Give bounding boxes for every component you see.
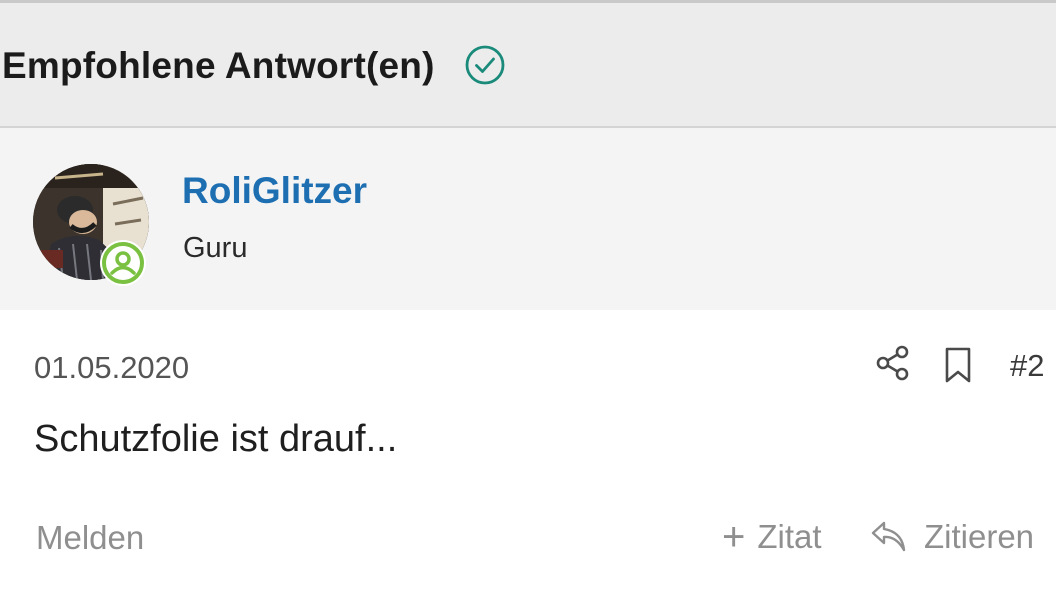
post-author-bar: RoliGlitzer Guru bbox=[0, 128, 1056, 310]
post-date: 01.05.2020 bbox=[34, 350, 190, 385]
bookmark-icon[interactable] bbox=[940, 346, 976, 384]
add-quote-label: Zitat bbox=[757, 518, 822, 555]
post-number-link[interactable]: #2 bbox=[1010, 348, 1044, 384]
author-rank: Guru bbox=[183, 232, 248, 264]
plus-icon: + bbox=[722, 515, 746, 559]
online-status-badge bbox=[100, 240, 146, 286]
report-button[interactable]: Melden bbox=[36, 519, 144, 557]
quote-reply-label: Zitieren bbox=[924, 518, 1035, 555]
add-quote-button[interactable]: + Zitat bbox=[722, 515, 822, 559]
section-title: Empfohlene Antwort(en) bbox=[2, 45, 435, 86]
post-body-text: Schutzfolie ist drauf... bbox=[34, 418, 398, 460]
online-user-icon bbox=[102, 242, 144, 284]
quote-reply-button[interactable]: Zitieren bbox=[870, 515, 1034, 559]
check-circle-icon bbox=[465, 45, 505, 85]
share-icon[interactable] bbox=[874, 344, 912, 382]
recommended-answers-header: Empfohlene Antwort(en) bbox=[0, 0, 1056, 128]
reply-arrow-icon bbox=[871, 521, 906, 552]
author-name-link[interactable]: RoliGlitzer bbox=[182, 170, 367, 212]
